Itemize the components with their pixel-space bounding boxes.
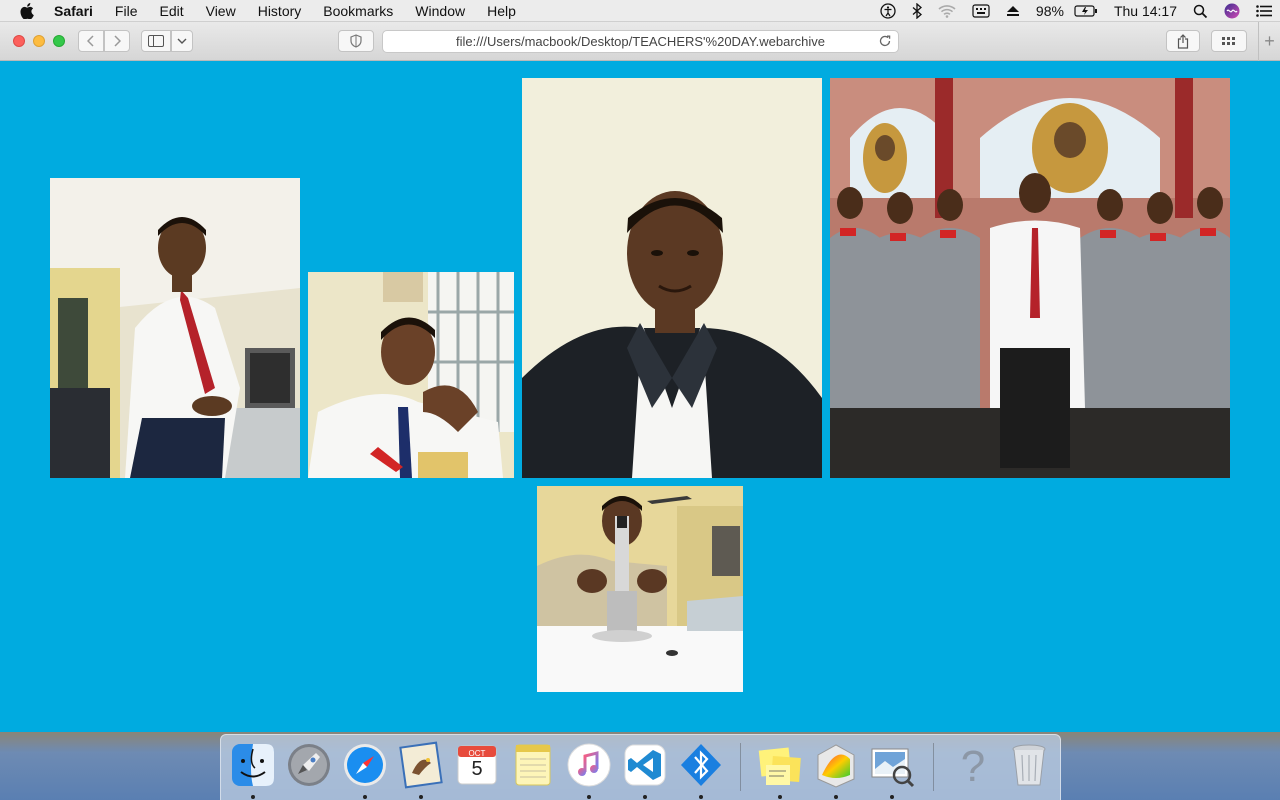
safari-running-indicator xyxy=(363,795,367,799)
preview-icon[interactable] xyxy=(868,741,916,789)
mail-running-indicator xyxy=(419,795,423,799)
accessibility-icon[interactable] xyxy=(880,3,896,19)
photo-teacher-portrait-suit[interactable] xyxy=(522,78,822,478)
address-bar[interactable]: file:///Users/macbook/Desktop/TEACHERS'%… xyxy=(382,30,899,53)
chevron-down-icon xyxy=(177,38,187,44)
grapher-icon[interactable] xyxy=(812,741,860,789)
calendar-icon[interactable]: OCT 5 xyxy=(453,741,501,789)
battery-charging-icon[interactable] xyxy=(1074,5,1098,17)
menu-view[interactable]: View xyxy=(195,0,247,22)
menubar-clock[interactable]: Thu 14:17 xyxy=(1114,3,1177,19)
mail-icon[interactable] xyxy=(397,741,445,789)
preview-running-indicator xyxy=(890,795,894,799)
calendar-day: 5 xyxy=(471,758,483,780)
finder-running-indicator xyxy=(251,795,255,799)
menu-help[interactable]: Help xyxy=(476,0,527,22)
photo-teacher-smiling-seated[interactable] xyxy=(308,272,514,478)
dock: OCT 5 ? xyxy=(220,734,1061,800)
vscode-running-indicator xyxy=(643,795,647,799)
shield-icon xyxy=(350,34,362,48)
vscode-icon[interactable] xyxy=(621,741,669,789)
safari-icon[interactable] xyxy=(341,741,389,789)
launchpad-icon[interactable] xyxy=(285,741,333,789)
privacy-report-button[interactable] xyxy=(338,30,374,52)
share-icon xyxy=(1177,33,1189,49)
address-bar-url: file:///Users/macbook/Desktop/TEACHERS'%… xyxy=(455,34,826,49)
menu-bookmarks[interactable]: Bookmarks xyxy=(312,0,404,22)
dock-separator xyxy=(933,743,934,791)
menu-edit[interactable]: Edit xyxy=(148,0,194,22)
stickies-icon[interactable] xyxy=(756,741,804,789)
bluetooth-running-indicator xyxy=(699,795,703,799)
menu-history[interactable]: History xyxy=(247,0,313,22)
apple-menu-icon[interactable] xyxy=(18,0,36,22)
help-question-mark-icon[interactable]: ? xyxy=(949,741,997,791)
spotlight-search-icon[interactable] xyxy=(1193,4,1208,19)
chevron-left-icon xyxy=(87,35,94,47)
sidebar-toggle-button[interactable] xyxy=(141,30,171,52)
dock-separator xyxy=(740,743,741,791)
window-fullscreen-button[interactable] xyxy=(53,35,65,47)
sidebar-icon xyxy=(148,35,164,47)
tab-overview-button[interactable] xyxy=(1211,30,1247,52)
plus-icon: + xyxy=(1264,31,1275,51)
sidebar-dropdown-button[interactable] xyxy=(171,30,193,52)
photo-teacher-with-students[interactable] xyxy=(830,78,1230,478)
stickies-running-indicator xyxy=(778,795,782,799)
battery-percentage: 98% xyxy=(1035,3,1064,19)
notes-icon[interactable] xyxy=(509,741,557,789)
bluetooth-file-exchange-icon[interactable] xyxy=(677,741,725,789)
webpage-content xyxy=(0,61,1280,732)
itunes-running-indicator xyxy=(587,795,591,799)
menu-bar: Safari File Edit View History Bookmarks … xyxy=(0,0,1280,22)
wifi-icon[interactable] xyxy=(938,4,956,18)
back-button[interactable] xyxy=(78,30,104,52)
share-button[interactable] xyxy=(1166,30,1200,52)
forward-button[interactable] xyxy=(104,30,130,52)
chevron-right-icon xyxy=(114,35,121,47)
reload-icon[interactable] xyxy=(878,34,892,51)
eject-icon[interactable] xyxy=(1006,4,1020,18)
photo-teacher-microscope[interactable] xyxy=(537,486,743,692)
notification-center-icon[interactable] xyxy=(1256,5,1272,17)
photo-teacher-classroom-red-tie[interactable] xyxy=(50,178,300,478)
new-tab-button[interactable]: + xyxy=(1258,22,1280,61)
svg-text:?: ? xyxy=(961,742,985,789)
finder-icon[interactable] xyxy=(229,741,277,789)
siri-icon[interactable] xyxy=(1224,3,1240,19)
window-minimize-button[interactable] xyxy=(33,35,45,47)
calendar-month: OCT xyxy=(468,749,486,758)
window-close-button[interactable] xyxy=(13,35,25,47)
trash-icon[interactable] xyxy=(1005,741,1053,789)
menu-app-safari[interactable]: Safari xyxy=(50,0,104,22)
itunes-icon[interactable] xyxy=(565,741,613,789)
menu-file[interactable]: File xyxy=(104,0,149,22)
keyboard-input-icon[interactable] xyxy=(972,4,990,18)
tab-overview-icon xyxy=(1222,37,1235,45)
grapher-running-indicator xyxy=(834,795,838,799)
safari-toolbar: file:///Users/macbook/Desktop/TEACHERS'%… xyxy=(0,22,1280,61)
menu-window[interactable]: Window xyxy=(404,0,476,22)
bluetooth-icon[interactable] xyxy=(912,3,922,19)
